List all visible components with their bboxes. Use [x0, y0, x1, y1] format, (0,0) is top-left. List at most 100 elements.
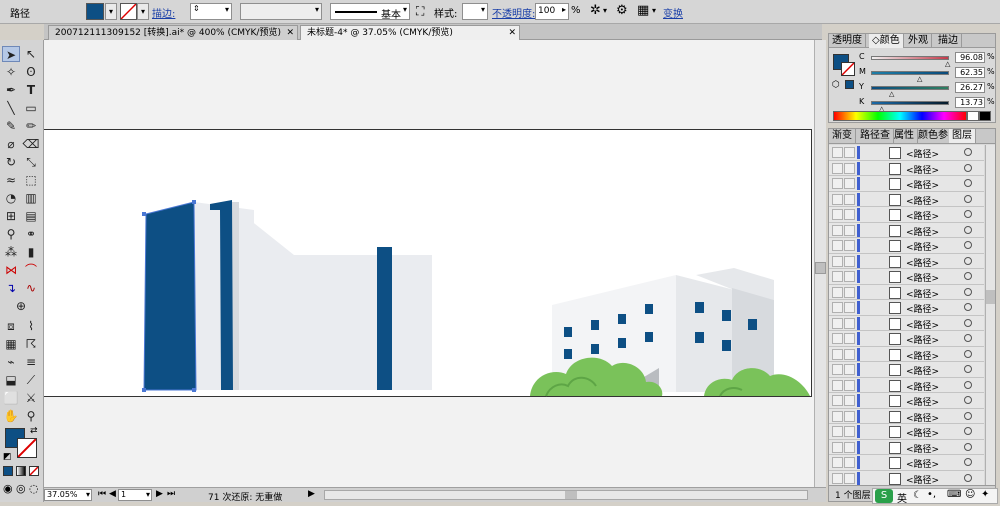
- chevron-down-icon[interactable]: ▾: [481, 5, 485, 14]
- direct-selection-tool-icon[interactable]: ↖: [22, 46, 40, 62]
- target-circle-icon[interactable]: [964, 349, 972, 358]
- last-page-icon[interactable]: ⏭: [167, 489, 175, 499]
- layer-row[interactable]: <路径>: [829, 269, 984, 285]
- mesh-grid-tool-icon[interactable]: ▦: [2, 336, 20, 352]
- chevron-down-icon[interactable]: ▾: [86, 490, 90, 500]
- distribute-tool-icon[interactable]: ≡: [22, 354, 40, 370]
- yellow-slider[interactable]: Y △ 26.27 %: [859, 82, 995, 98]
- arc-tool-icon[interactable]: ⌒: [22, 262, 40, 278]
- stroke-dropdown-icon[interactable]: ▾: [137, 3, 149, 20]
- scroll-thumb[interactable]: [565, 491, 577, 499]
- lock-toggle-icon[interactable]: [844, 147, 855, 158]
- slider-track[interactable]: [871, 86, 949, 90]
- close-icon[interactable]: ✕: [508, 26, 516, 40]
- lock-toggle-icon[interactable]: [844, 348, 855, 360]
- pencil-tool-icon[interactable]: ✏: [22, 118, 40, 134]
- visibility-toggle-icon[interactable]: [832, 395, 843, 406]
- crosshair-tool-icon[interactable]: ⊕: [12, 298, 30, 314]
- expand-icon[interactable]: ⛶: [416, 4, 424, 19]
- cyan-slider[interactable]: C △ 96.08 %: [859, 52, 995, 68]
- lasso-tool-icon[interactable]: ʘ: [22, 64, 40, 80]
- lock-toggle-icon[interactable]: [844, 286, 855, 298]
- lock-toggle-icon[interactable]: [844, 317, 855, 329]
- gradient-mode-icon[interactable]: [16, 466, 26, 476]
- layers-scrollbar[interactable]: [985, 145, 995, 485]
- target-circle-icon[interactable]: [964, 287, 972, 296]
- color-mode-icon[interactable]: [3, 466, 13, 476]
- puppet-tool-icon[interactable]: ☈: [22, 336, 40, 352]
- layer-row[interactable]: <路径>: [829, 362, 984, 378]
- style-dropdown[interactable]: ▾: [462, 3, 488, 20]
- page-value[interactable]: 1: [121, 490, 126, 499]
- dark-pillar[interactable]: [377, 247, 392, 390]
- visibility-toggle-icon[interactable]: [832, 224, 843, 236]
- layer-row[interactable]: <路径>: [829, 238, 984, 254]
- opacity-link[interactable]: 不透明度:: [492, 5, 535, 20]
- opacity-field[interactable]: 100 ▸: [535, 3, 569, 20]
- target-circle-icon[interactable]: [964, 365, 972, 373]
- magenta-slider[interactable]: M △ 62.35 %: [859, 67, 995, 83]
- layer-name[interactable]: <路径>: [906, 333, 939, 346]
- visibility-toggle-icon[interactable]: [832, 379, 843, 391]
- layer-name[interactable]: <路径>: [906, 364, 939, 377]
- target-circle-icon[interactable]: [964, 442, 972, 451]
- layer-name[interactable]: <路径>: [906, 240, 939, 253]
- tools-icon[interactable]: ✦: [981, 489, 989, 500]
- target-circle-icon[interactable]: [964, 241, 972, 249]
- black-swatch[interactable]: [979, 111, 991, 121]
- layer-row[interactable]: <路径>: [829, 284, 984, 300]
- keyboard-icon[interactable]: ⌨: [947, 489, 961, 500]
- ime-lang[interactable]: 英: [897, 490, 907, 505]
- visibility-toggle-icon[interactable]: [832, 472, 843, 484]
- draw-normal-icon[interactable]: ◉: [3, 482, 13, 495]
- status-menu-icon[interactable]: ▶: [308, 489, 315, 499]
- chevron-down-icon[interactable]: ▾: [315, 5, 319, 14]
- anchor-point[interactable]: [192, 200, 196, 204]
- lock-toggle-icon[interactable]: [844, 364, 855, 375]
- warp-tool-icon[interactable]: ≈: [2, 172, 20, 188]
- cube-icon[interactable]: ⬡: [832, 80, 840, 90]
- target-circle-icon[interactable]: [964, 473, 972, 482]
- target-circle-icon[interactable]: [964, 411, 972, 420]
- lock-toggle-icon[interactable]: [844, 224, 855, 236]
- opacity-value[interactable]: 100: [538, 6, 555, 16]
- anchor-point[interactable]: [192, 388, 196, 392]
- zoom-field[interactable]: 37.05% ▾: [44, 489, 92, 501]
- layer-name[interactable]: <路径>: [906, 442, 939, 455]
- rotate-tool-icon[interactable]: ↻: [2, 154, 20, 170]
- blend-tool-icon[interactable]: ⚭: [22, 226, 40, 242]
- lock-toggle-icon[interactable]: [844, 178, 855, 189]
- layer-row[interactable]: <路径>: [829, 300, 984, 316]
- layer-row[interactable]: <路径>: [829, 176, 984, 192]
- layer-name[interactable]: <路径>: [906, 194, 939, 207]
- page-field[interactable]: 1 ▾: [118, 489, 152, 501]
- visibility-toggle-icon[interactable]: [832, 441, 843, 453]
- visibility-toggle-icon[interactable]: [832, 271, 843, 282]
- variable-width-field[interactable]: ▾: [240, 3, 322, 20]
- layer-name[interactable]: <路径>: [906, 147, 939, 160]
- prev-page-icon[interactable]: ◀: [109, 489, 116, 499]
- shape-builder-tool-icon[interactable]: ◔: [2, 190, 20, 206]
- tab-attributes[interactable]: 属性: [891, 129, 918, 143]
- trim-tool-icon[interactable]: ⌁: [2, 354, 20, 370]
- layer-row[interactable]: <路径>: [829, 377, 984, 393]
- tab-layers[interactable]: 图层: [949, 129, 976, 143]
- target-circle-icon[interactable]: [964, 318, 972, 327]
- target-circle-icon[interactable]: [964, 458, 972, 466]
- visibility-toggle-icon[interactable]: [832, 209, 843, 220]
- layer-name[interactable]: <路径>: [906, 395, 939, 408]
- layer-name[interactable]: <路径>: [906, 426, 939, 439]
- layer-row[interactable]: <路径>: [829, 315, 984, 331]
- visibility-toggle-icon[interactable]: [832, 364, 843, 375]
- visibility-toggle-icon[interactable]: [832, 426, 843, 437]
- scale-tool-icon[interactable]: ⤡: [22, 154, 40, 170]
- free-transform-tool-icon[interactable]: ⬚: [22, 172, 40, 188]
- target-circle-icon[interactable]: [964, 303, 972, 311]
- type-tool-icon[interactable]: T: [22, 82, 40, 98]
- recolor-icon[interactable]: ✲: [590, 3, 601, 18]
- layer-name[interactable]: <路径>: [906, 473, 939, 486]
- artwork[interactable]: [44, 130, 812, 398]
- dark-tower-selected[interactable]: [143, 201, 197, 391]
- target-circle-icon[interactable]: [964, 194, 972, 203]
- anchor-point[interactable]: [142, 212, 146, 216]
